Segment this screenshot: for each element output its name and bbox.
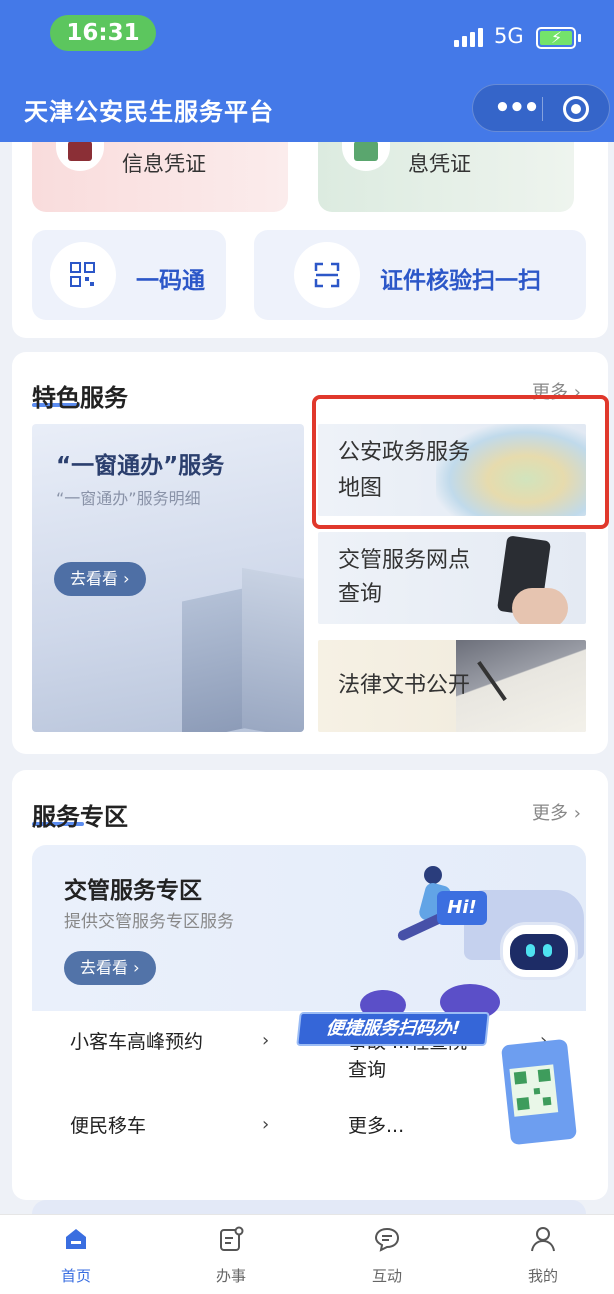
service-zone-title: 服务专区 [32,803,128,831]
featured-services-title: 特色服务 [32,384,128,412]
building-illustration [242,567,304,732]
one-window-service-subtitle: “一窗通办”服务明细 [56,489,201,508]
chat-icon [374,1227,400,1252]
chevron-right-icon: › [262,1030,270,1051]
traffic-outlet-query-label-2: 查询 [338,582,383,607]
qrcode-icon [50,242,116,308]
highlight-annotation-box [312,395,609,529]
robot-eye [543,944,552,957]
car-peak-reservation-link[interactable]: 小客车高峰预约 [70,1028,203,1056]
convenient-move-car-link[interactable]: 便民移车 [70,1112,146,1140]
capsule-divider [542,97,543,121]
traffic-outlet-query-item[interactable]: 交管服务网点 查询 [318,532,586,624]
service-icon [220,1226,244,1251]
close-miniprogram-icon[interactable] [563,96,589,122]
traffic-zone-title: 交管服务专区 [64,878,202,904]
one-code-label: 一码通 [136,268,205,294]
traffic-zone-go-button[interactable]: 去看看 › [64,951,156,985]
tab-home-label: 首页 [60,1267,91,1285]
more-options-icon[interactable]: ••• [491,85,541,131]
tab-service-label: 办事 [215,1267,246,1285]
network-type: 5G [494,24,524,48]
service-zone-more-link[interactable]: 更多 › [532,799,581,825]
person-illustration [424,866,442,884]
robot-face [510,934,568,970]
status-time: 16:31 [50,15,156,51]
tab-mine-label: 我的 [527,1267,558,1285]
one-window-service-card[interactable]: “一窗通办”服务 “一窗通办”服务明细 去看看 › [32,424,304,732]
writing-illustration [456,640,586,732]
traffic-outlet-query-label-1: 交管服务网点 [338,548,471,573]
legal-documents-label: 法律文书公开 [338,673,471,698]
tab-service[interactable]: 办事 [181,1215,281,1294]
signal-icon [454,28,483,47]
qr-phone-illustration [500,1038,578,1146]
one-window-go-button[interactable]: 去看看 › [54,562,146,596]
page-title: 天津公安民生服务平台 [24,98,274,126]
tab-interact[interactable]: 互动 [337,1215,437,1294]
bottom-tab-bar: 首页 办事 互动 我的 [0,1214,614,1294]
user-icon [531,1227,555,1252]
one-window-service-title: “一窗通办”服务 [56,453,225,479]
hi-speech-bubble: Hi! [437,891,487,925]
chevron-right-icon: › [262,1114,270,1135]
info-certificate-label: 信息凭证 [122,152,206,176]
tab-interact-label: 互动 [371,1267,402,1285]
miniprogram-capsule: ••• [472,84,610,132]
more-services-link[interactable]: 更多... [348,1112,404,1140]
legal-documents-item[interactable]: 法律文书公开 [318,640,586,732]
accident-query-link-2[interactable]: 查询 [348,1056,386,1084]
traffic-zone-subtitle: 提供交管服务专区服务 [64,912,234,932]
tab-mine[interactable]: 我的 [493,1215,593,1294]
tab-home[interactable]: 首页 [26,1215,126,1294]
scan-to-serve-banner: 便捷服务扫码办! [296,1012,490,1046]
home-icon [66,1229,86,1249]
scan-icon [294,242,360,308]
id-verify-scan-label: 证件核验扫一扫 [380,268,541,294]
hand-illustration [512,588,568,624]
robot-eye [526,944,535,957]
battery-tip [578,34,581,42]
top-bar: 16:31 5G ⚡ 天津公安民生服务平台 ••• [0,0,614,142]
battery-icon: ⚡ [536,27,576,49]
other-certificate-label: 息凭证 [408,152,471,176]
